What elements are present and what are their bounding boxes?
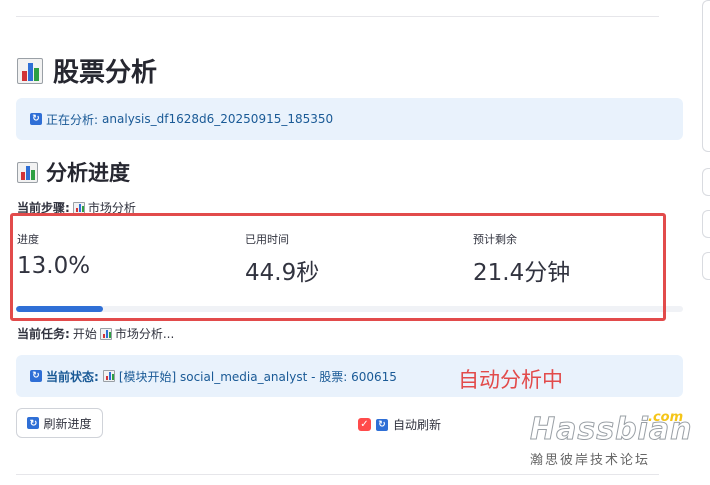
current-task-label: 当前任务: xyxy=(17,327,70,341)
current-step: 当前步骤: 市场分析 xyxy=(17,199,136,216)
auto-refresh-label: 自动刷新 xyxy=(393,418,442,432)
metric-label: 预计剩余 xyxy=(473,233,517,246)
status-banner: ↻ 当前状态: [模块开始] social_media_analyst - 股票… xyxy=(16,355,683,397)
metric-value: 21.4分钟 xyxy=(473,260,571,286)
metric-remaining-time: 预计剩余 21.4分钟 xyxy=(473,231,570,287)
analysis-banner-label: 正在分析: xyxy=(46,112,99,127)
progress-bar xyxy=(16,306,683,312)
metric-value: 44.9秒 xyxy=(245,260,320,286)
top-divider xyxy=(16,16,659,17)
sidebar-edge-tab[interactable] xyxy=(702,210,710,238)
progress-section-title: 分析进度 xyxy=(17,157,130,187)
refresh-icon: ↻ xyxy=(30,113,42,125)
current-task: 当前任务: 开始 市场分析... xyxy=(17,325,174,342)
metric-value: 13.0% xyxy=(17,253,91,279)
progress-bar-fill xyxy=(16,306,103,312)
page-title-text: 股票分析 xyxy=(53,58,158,88)
sidebar-edge-tab[interactable] xyxy=(702,252,710,280)
sidebar-edge-tab[interactable] xyxy=(702,168,710,196)
status-banner-label: 当前状态: xyxy=(46,369,99,384)
current-step-value: 市场分析 xyxy=(87,201,136,215)
bar-chart-icon xyxy=(17,57,43,84)
current-task-prefix: 开始 xyxy=(72,327,97,341)
metric-elapsed-time: 已用时间 44.9秒 xyxy=(245,231,319,287)
refresh-icon: ↻ xyxy=(376,418,388,431)
current-task-value: 市场分析... xyxy=(114,327,175,341)
progress-section-title-text: 分析进度 xyxy=(46,161,130,185)
bar-chart-icon xyxy=(72,201,85,214)
analysis-banner-value: analysis_df1628d6_20250915_185350 xyxy=(102,112,334,126)
current-step-label: 当前步骤: xyxy=(17,201,70,215)
bar-chart-icon xyxy=(102,370,115,382)
auto-refresh-toggle[interactable]: ✓ ↻ 自动刷新 xyxy=(358,416,441,433)
bar-chart-icon xyxy=(17,161,38,183)
page-title: 股票分析 xyxy=(17,52,157,89)
status-banner-value: [模块开始] social_media_analyst - 股票: 600615 xyxy=(118,369,397,384)
refresh-progress-button[interactable]: ↻ 刷新进度 xyxy=(16,408,103,438)
refresh-progress-button-label: 刷新进度 xyxy=(43,416,92,431)
metric-progress: 进度 13.0% xyxy=(17,231,90,279)
watermark-logo: Hassbian .com 瀚思彼岸技术论坛 xyxy=(530,410,700,478)
refresh-icon: ↻ xyxy=(27,417,40,429)
metric-label: 进度 xyxy=(17,233,39,246)
bar-chart-icon xyxy=(99,327,112,340)
watermark-subtitle: 瀚思彼岸技术论坛 xyxy=(530,453,651,468)
auto-refresh-checkbox[interactable]: ✓ xyxy=(358,418,371,431)
sidebar-edge-panel xyxy=(702,0,710,152)
watermark-com: .com xyxy=(648,410,684,425)
auto-analysis-annotation: 自动分析中 xyxy=(458,368,563,392)
metric-label: 已用时间 xyxy=(245,233,289,246)
refresh-icon: ↻ xyxy=(30,370,42,382)
analysis-banner: ↻ 正在分析: analysis_df1628d6_20250915_18535… xyxy=(16,98,683,140)
